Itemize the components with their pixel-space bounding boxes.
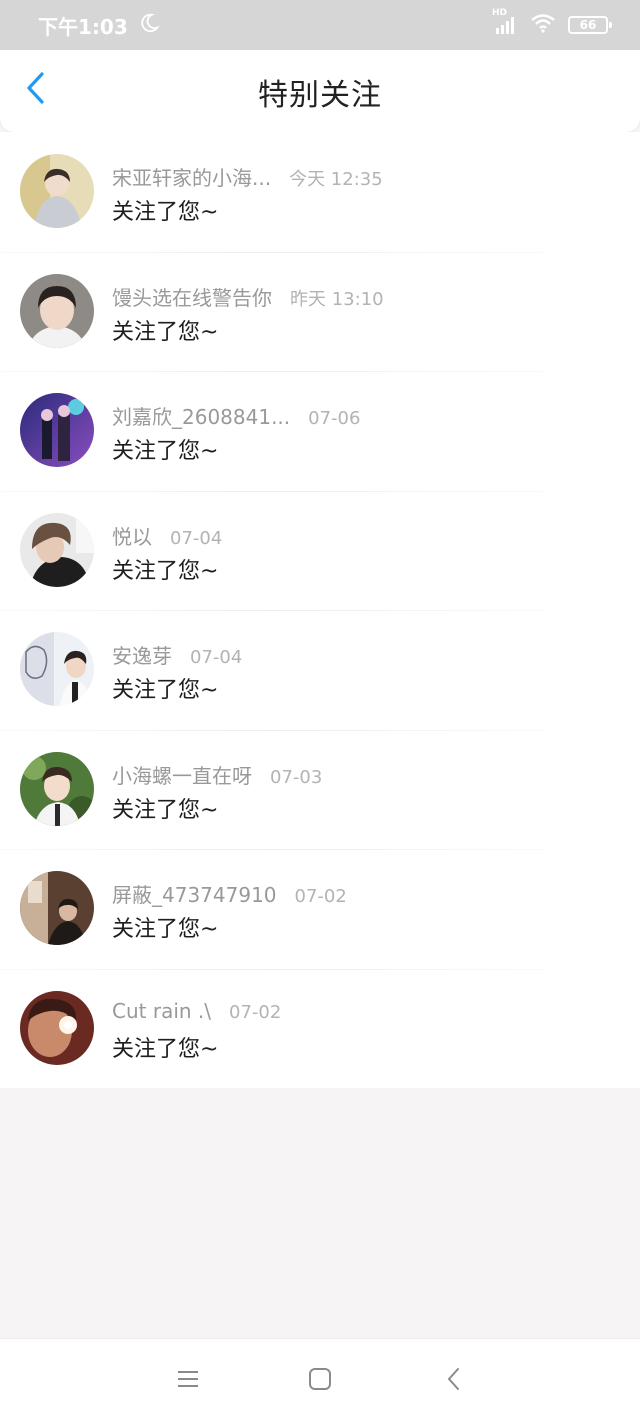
list-item-text: 馒头选在线警告你 昨天 13:10 关注了您~ [112,282,620,346]
back-icon [446,1367,462,1395]
menu-button[interactable] [172,1365,204,1397]
follow-list: 宋亚轩家的小海... 今天 12:35 关注了您~ 馒头选在线警告你 昨天 13… [0,132,640,1088]
status-left: 下午1:03 [38,11,160,40]
user-name[interactable]: 小海螺一直在呀 [112,760,252,789]
timestamp: 07-04 [170,527,223,549]
list-item-meta: 安逸芽 07-04 [112,640,620,670]
moon-icon [138,12,160,39]
system-nav-bar [0,1338,640,1422]
list-item-meta: 小海螺一直在呀 07-03 [112,760,620,790]
list-item[interactable]: 馒头选在线警告你 昨天 13:10 关注了您~ [0,251,640,372]
user-name[interactable]: Cut rain .\ [112,999,211,1023]
list-item[interactable]: 宋亚轩家的小海... 今天 12:35 关注了您~ [0,132,640,252]
home-button[interactable] [304,1365,336,1397]
message: 关注了您~ [112,1036,219,1062]
list-item-text: 宋亚轩家的小海... 今天 12:35 关注了您~ [112,162,620,226]
avatar[interactable] [20,512,94,587]
timestamp: 07-04 [190,647,243,668]
avatar[interactable] [20,990,94,1065]
system-back-button[interactable] [438,1365,470,1397]
wifi-icon [530,13,556,37]
list-item-text: 安逸芽 07-04 关注了您~ [112,640,620,704]
timestamp: 07-02 [294,886,347,907]
message: 关注了您~ [112,678,219,703]
menu-icon [176,1369,200,1393]
nav-bar: 特别关注 [0,50,640,132]
list-item[interactable]: Cut rain .\ 07-02 关注了您~ [0,968,640,1089]
user-name[interactable]: 馒头选在线警告你 [112,282,272,311]
timestamp: 07-06 [308,408,361,429]
list-item-text: 屏蔽_473747910 07-02 关注了您~ [112,879,620,943]
list-item-text: 刘嘉欣_2608841... 07-06 关注了您~ [112,401,620,465]
list-item-meta: 宋亚轩家的小海... 今天 12:35 [112,162,620,192]
status-right: HD 66 [492,8,612,37]
avatar[interactable] [20,393,94,467]
avatar[interactable] [20,632,94,706]
user-name[interactable]: 刘嘉欣_2608841... [112,401,290,430]
list-item-meta: 馒头选在线警告你 昨天 13:10 [112,282,620,312]
timestamp: 07-02 [229,1001,282,1023]
timestamp: 昨天 13:10 [290,288,384,310]
user-name[interactable]: 屏蔽_473747910 [112,879,277,908]
avatar[interactable] [20,751,94,826]
page-title: 特别关注 [258,78,382,113]
home-icon [308,1367,332,1395]
timestamp: 07-03 [270,766,323,788]
message: 关注了您~ [112,319,219,345]
list-item-text: 小海螺一直在呀 07-03 关注了您~ [112,760,620,824]
message: 关注了您~ [112,558,219,584]
status-time: 下午1:03 [38,14,128,39]
list-item[interactable]: 屏蔽_473747910 07-02 关注了您~ [0,849,640,969]
avatar[interactable] [20,871,94,945]
list-item-meta: 刘嘉欣_2608841... 07-06 [112,401,620,431]
list-item-meta: Cut rain .\ 07-02 [112,999,620,1029]
signal-icon: HD [492,8,518,34]
status-bar: 下午1:03 HD 66 [0,0,640,50]
battery-icon: 66 [568,16,612,34]
user-name[interactable]: 悦以 [112,521,152,550]
timestamp: 今天 12:35 [289,169,383,190]
message: 关注了您~ [112,439,219,464]
list-item-meta: 屏蔽_473747910 07-02 [112,879,620,909]
list-item-meta: 悦以 07-04 [112,521,620,551]
list-item-text: Cut rain .\ 07-02 关注了您~ [112,999,620,1063]
list-item[interactable]: 小海螺一直在呀 07-03 关注了您~ [0,729,640,850]
message: 关注了您~ [112,917,219,942]
message: 关注了您~ [112,200,219,225]
list-item[interactable]: 刘嘉欣_2608841... 07-06 关注了您~ [0,371,640,491]
user-name[interactable]: 安逸芽 [112,640,172,669]
list-item-text: 悦以 07-04 关注了您~ [112,521,620,585]
avatar[interactable] [20,154,94,228]
list-item[interactable]: 悦以 07-04 关注了您~ [0,490,640,611]
hd-label: HD [492,8,508,18]
message: 关注了您~ [112,797,219,823]
avatar[interactable] [20,273,94,348]
screen: 下午1:03 HD 66 特别关注 宋亚轩家的小海... 今天 12:35 关注… [0,0,640,1422]
user-name[interactable]: 宋亚轩家的小海... [112,162,271,191]
list-item[interactable]: 安逸芽 07-04 关注了您~ [0,610,640,730]
